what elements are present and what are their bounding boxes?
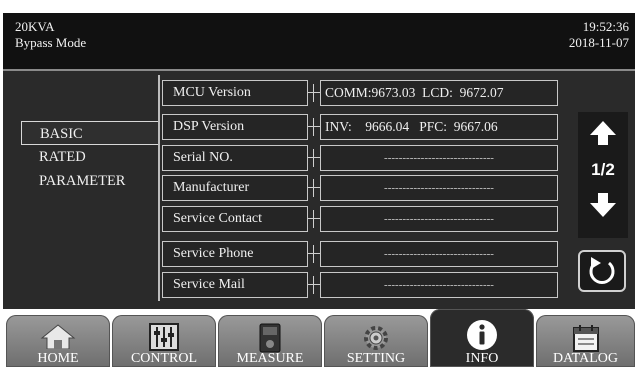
clock-time: 19:52:36 — [582, 19, 629, 34]
row-connector-tick — [313, 276, 314, 294]
row-value: ------------------------------ — [320, 241, 558, 267]
tab-measure[interactable]: MEASURE — [218, 315, 322, 367]
page-up-button[interactable] — [580, 118, 626, 156]
row-label: Manufacturer — [162, 175, 308, 201]
row-connector-tick — [313, 84, 314, 102]
tab-home[interactable]: HOME — [6, 315, 110, 367]
row-value: ------------------------------ — [320, 145, 558, 171]
calendar-icon — [572, 325, 599, 352]
status-header: 20KVA Bypass Mode 19:52:36 2018-11-07 — [3, 13, 635, 69]
nav-item-parameter[interactable]: PARAMETER — [21, 169, 159, 193]
nav-divider — [158, 75, 160, 301]
sliders-icon — [149, 323, 179, 351]
mode-label: Bypass Mode — [15, 35, 87, 50]
tab-setting[interactable]: SETTING — [324, 315, 428, 367]
tab-label: INFO — [465, 351, 499, 366]
refresh-icon — [589, 257, 615, 284]
info-icon — [467, 320, 497, 350]
row-connector — [308, 92, 320, 93]
bottom-tab-bar: HOME CONTROL MEASURE SETTING INFO DATALO… — [0, 309, 635, 367]
row-label: Service Mail — [162, 272, 308, 298]
row-label: DSP Version — [162, 114, 308, 140]
model-label: 20KVA — [15, 19, 55, 34]
row-connector-tick — [313, 245, 314, 263]
row-label: Serial NO. — [162, 145, 308, 171]
row-value: ------------------------------ — [320, 206, 558, 232]
row-value: INV: 9666.04 PFC: 9667.06 — [320, 114, 558, 140]
row-label: Service Phone — [162, 241, 308, 267]
header-right: 19:52:36 2018-11-07 — [569, 19, 629, 51]
pager: 1/2 — [578, 112, 628, 238]
tab-label: CONTROL — [130, 351, 198, 366]
row-connector — [308, 126, 320, 127]
row-connector — [308, 218, 320, 219]
tab-datalog[interactable]: DATALOG — [536, 315, 635, 367]
home-icon — [40, 324, 76, 349]
tab-label: MEASURE — [236, 351, 304, 366]
gear-icon — [364, 326, 388, 350]
row-connector-tick — [313, 210, 314, 228]
row-value: ------------------------------ — [320, 175, 558, 201]
tab-info[interactable]: INFO — [430, 309, 534, 367]
ups-screen: 20KVA Bypass Mode 19:52:36 2018-11-07 BA… — [0, 0, 635, 367]
row-value: ------------------------------ — [320, 272, 558, 298]
row-label: Service Contact — [162, 206, 308, 232]
row-connector — [308, 253, 320, 254]
tab-control[interactable]: CONTROL — [112, 315, 216, 367]
tab-label: DATALOG — [553, 351, 618, 366]
tab-label: SETTING — [346, 351, 406, 366]
tab-label: HOME — [37, 351, 79, 366]
info-nav: BASIC RATED PARAMETER — [21, 121, 159, 193]
back-button[interactable] — [578, 250, 626, 292]
row-connector-tick — [313, 179, 314, 197]
row-label: MCU Version — [162, 80, 308, 106]
nav-item-basic[interactable]: BASIC — [21, 121, 159, 145]
arrow-up-icon — [590, 121, 616, 145]
arrow-down-icon — [590, 193, 616, 217]
meter-icon — [259, 323, 281, 353]
nav-item-rated[interactable]: RATED — [21, 145, 159, 169]
page-down-button[interactable] — [580, 190, 626, 228]
clock-date: 2018-11-07 — [568, 35, 629, 50]
page-indicator: 1/2 — [591, 160, 615, 179]
row-connector — [308, 157, 320, 158]
row-connector — [308, 187, 320, 188]
row-value: COMM:9673.03 LCD: 9672.07 — [320, 80, 558, 106]
row-connector-tick — [313, 149, 314, 167]
header-left: 20KVA Bypass Mode — [15, 19, 86, 51]
row-connector — [308, 284, 320, 285]
row-connector-tick — [313, 118, 314, 136]
